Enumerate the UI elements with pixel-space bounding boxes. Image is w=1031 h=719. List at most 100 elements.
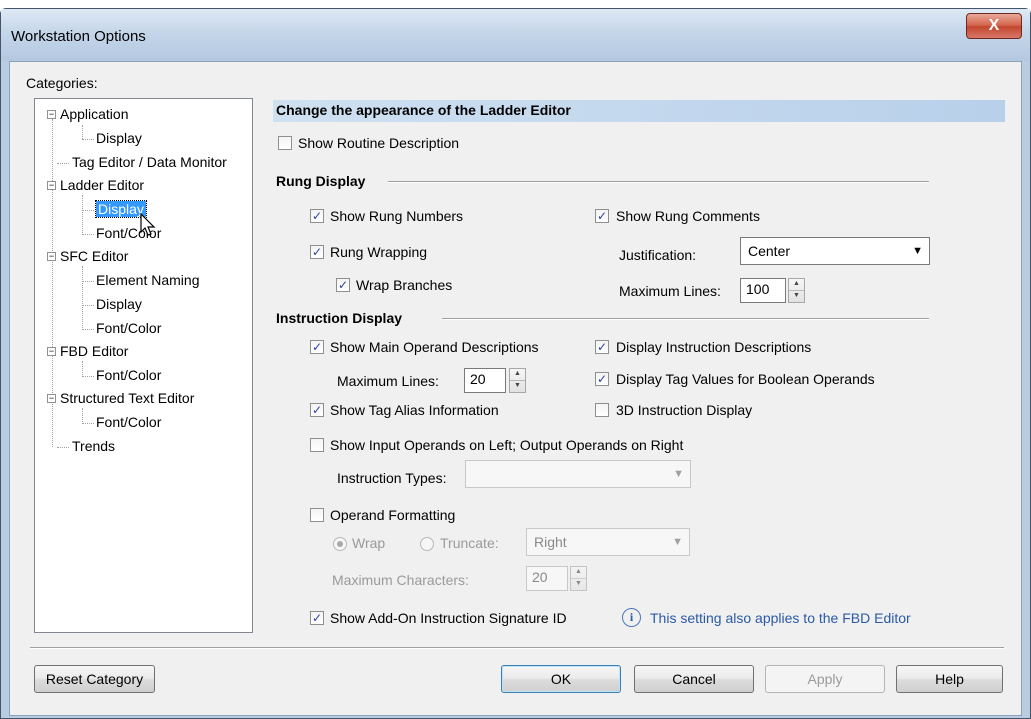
- show-tag-alias-information-checkbox[interactable]: ✓: [310, 403, 324, 417]
- tree-item-sfc-element-naming[interactable]: Element Naming: [96, 272, 200, 288]
- tree-item-ladder-editor[interactable]: Ladder Editor: [60, 177, 144, 193]
- apply-button[interactable]: Apply: [765, 665, 885, 693]
- operand-max-lines-input[interactable]: 20: [464, 368, 506, 393]
- wrap-radio[interactable]: [333, 537, 347, 551]
- show-rung-comments-checkbox[interactable]: ✓: [595, 209, 609, 223]
- justification-value: Center: [748, 243, 791, 259]
- 3d-instruction-display-label[interactable]: 3D Instruction Display: [616, 402, 752, 418]
- input-output-operands-checkbox[interactable]: [310, 438, 324, 452]
- rung-max-lines-input[interactable]: 100: [740, 278, 786, 303]
- display-tag-values-boolean-label[interactable]: Display Tag Values for Boolean Operands: [616, 371, 875, 387]
- show-main-operand-descriptions-label[interactable]: Show Main Operand Descriptions: [330, 339, 539, 355]
- tree-connector: [82, 139, 94, 140]
- spin-down-icon[interactable]: ▼: [510, 381, 525, 393]
- collapse-icon[interactable]: −: [47, 181, 56, 190]
- show-rung-comments-label[interactable]: Show Rung Comments: [616, 208, 760, 224]
- tree-connector: [57, 163, 69, 164]
- tree-item-tag-editor[interactable]: Tag Editor / Data Monitor: [72, 154, 227, 170]
- check-icon: ✓: [311, 611, 323, 625]
- info-icon: i: [622, 608, 641, 627]
- max-characters-spinner[interactable]: ▲ ▼: [570, 566, 587, 591]
- truncate-dropdown[interactable]: Right ▼: [526, 528, 690, 556]
- check-icon: ✓: [596, 372, 608, 386]
- operand-formatting-label[interactable]: Operand Formatting: [330, 507, 455, 523]
- tree-item-sfc-font-color[interactable]: Font/Color: [96, 320, 161, 336]
- show-signature-id-label[interactable]: Show Add-On Instruction Signature ID: [330, 610, 567, 626]
- ok-button[interactable]: OK: [501, 665, 621, 693]
- tree-item-application-display[interactable]: Display: [96, 130, 142, 146]
- tree-item-fbd-font-color[interactable]: Font/Color: [96, 367, 161, 383]
- display-tag-values-boolean-checkbox[interactable]: ✓: [595, 372, 609, 386]
- tree-item-trends[interactable]: Trends: [72, 438, 115, 454]
- rung-max-lines-value: 100: [746, 281, 770, 297]
- operand-max-lines-spinner[interactable]: ▲ ▼: [509, 368, 526, 393]
- fbd-note-text: This setting also applies to the FBD Edi…: [650, 610, 911, 626]
- spin-up-icon[interactable]: ▲: [789, 279, 804, 291]
- spin-up-icon[interactable]: ▲: [571, 567, 586, 579]
- max-characters-label: Maximum Characters:: [332, 572, 469, 588]
- show-main-operand-descriptions-checkbox[interactable]: ✓: [310, 340, 324, 354]
- collapse-icon[interactable]: −: [47, 394, 56, 403]
- chevron-down-icon: ▼: [912, 245, 923, 257]
- rung-display-section-title: Rung Display: [276, 173, 366, 189]
- show-routine-description-checkbox[interactable]: [278, 136, 292, 150]
- show-tag-alias-information-label[interactable]: Show Tag Alias Information: [330, 402, 499, 418]
- chevron-down-icon: ▼: [673, 468, 684, 480]
- tree-item-sfc-editor[interactable]: SFC Editor: [60, 248, 128, 264]
- show-rung-numbers-label[interactable]: Show Rung Numbers: [330, 208, 463, 224]
- instruction-types-dropdown[interactable]: ▼: [465, 460, 691, 488]
- display-instruction-descriptions-checkbox[interactable]: ✓: [595, 340, 609, 354]
- check-icon: ✓: [311, 245, 323, 259]
- check-icon: ✓: [311, 340, 323, 354]
- collapse-icon[interactable]: −: [47, 110, 56, 119]
- rung-wrapping-label[interactable]: Rung Wrapping: [330, 244, 427, 260]
- title-bar[interactable]: Workstation Options X: [1, 9, 1030, 61]
- categories-tree[interactable]: − Application Display Tag Editor / Data …: [34, 98, 253, 633]
- tree-item-ladder-display[interactable]: Display: [95, 200, 147, 218]
- cancel-button[interactable]: Cancel: [634, 665, 754, 693]
- instruction-types-label: Instruction Types:: [337, 470, 447, 486]
- tree-connector: [82, 234, 94, 235]
- spin-down-icon[interactable]: ▼: [789, 291, 804, 303]
- tree-item-structured-text-editor[interactable]: Structured Text Editor: [60, 390, 194, 406]
- tree-connector: [82, 423, 94, 424]
- show-signature-id-checkbox[interactable]: ✓: [310, 611, 324, 625]
- tree-connector: [82, 376, 94, 377]
- truncate-radio[interactable]: [420, 537, 434, 551]
- rung-max-lines-spinner[interactable]: ▲ ▼: [788, 278, 805, 303]
- tree-connector: [82, 281, 94, 282]
- check-icon: ✓: [311, 403, 323, 417]
- rung-wrapping-checkbox[interactable]: ✓: [310, 245, 324, 259]
- display-instruction-descriptions-label[interactable]: Display Instruction Descriptions: [616, 339, 811, 355]
- bottom-divider: [30, 647, 1004, 649]
- truncate-value: Right: [534, 534, 567, 550]
- spin-up-icon[interactable]: ▲: [510, 369, 525, 381]
- truncate-label[interactable]: Truncate:: [440, 535, 499, 551]
- close-icon: X: [988, 17, 1000, 34]
- tree-connector: [82, 266, 83, 330]
- operand-formatting-checkbox[interactable]: [310, 508, 324, 522]
- collapse-icon[interactable]: −: [47, 347, 56, 356]
- wrap-branches-checkbox[interactable]: ✓: [336, 278, 350, 292]
- window-title: Workstation Options: [11, 28, 146, 45]
- spin-down-icon[interactable]: ▼: [571, 579, 586, 591]
- tree-item-fbd-editor[interactable]: FBD Editor: [60, 343, 128, 359]
- tree-item-st-font-color[interactable]: Font/Color: [96, 414, 161, 430]
- tree-item-application[interactable]: Application: [60, 106, 129, 122]
- help-button[interactable]: Help: [896, 665, 1003, 693]
- justification-dropdown[interactable]: Center ▼: [740, 237, 930, 265]
- 3d-instruction-display-checkbox[interactable]: [595, 403, 609, 417]
- close-button[interactable]: X: [966, 13, 1022, 39]
- tree-item-sfc-display[interactable]: Display: [96, 296, 142, 312]
- tree-connector: [82, 195, 83, 235]
- show-rung-numbers-checkbox[interactable]: ✓: [310, 209, 324, 223]
- check-icon: ✓: [596, 340, 608, 354]
- max-characters-input[interactable]: 20: [526, 566, 568, 591]
- reset-category-button[interactable]: Reset Category: [34, 665, 155, 693]
- collapse-icon[interactable]: −: [47, 252, 56, 261]
- wrap-branches-label[interactable]: Wrap Branches: [356, 277, 452, 293]
- instruction-display-section-title: Instruction Display: [276, 310, 403, 326]
- input-output-operands-label[interactable]: Show Input Operands on Left; Output Oper…: [330, 437, 683, 453]
- show-routine-description-label[interactable]: Show Routine Description: [298, 135, 459, 151]
- wrap-label[interactable]: Wrap: [352, 535, 385, 551]
